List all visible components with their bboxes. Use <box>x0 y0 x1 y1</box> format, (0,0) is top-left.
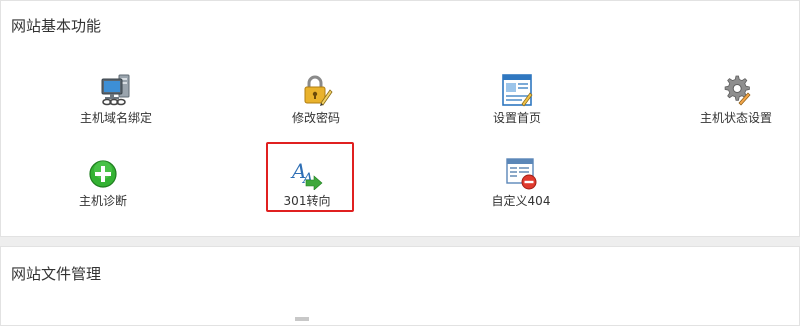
item-label: 主机诊断 <box>78 194 127 208</box>
host-status-settings-button[interactable]: 主机状态设置 <box>666 73 800 133</box>
item-label: 301转向 <box>283 194 331 208</box>
redirect-301-button[interactable]: A A 301转向 <box>237 156 377 216</box>
host-domain-binding-button[interactable]: 主机域名绑定 <box>46 73 186 133</box>
custom-404-button[interactable]: 自定义404 <box>451 156 591 216</box>
item-label: 设置首页 <box>492 111 541 125</box>
set-homepage-button[interactable]: 设置首页 <box>447 73 587 133</box>
window-minus-icon <box>506 158 537 190</box>
item-label: 主机状态设置 <box>699 111 772 125</box>
basic-functions-panel: 网站基本功能 主机域名绑定 修改密码 设置首页 主机状态设置 主机诊断 A A … <box>0 0 800 237</box>
host-diagnosis-button[interactable]: 主机诊断 <box>33 156 173 216</box>
item-label: 修改密码 <box>291 111 340 125</box>
host-computer-icon <box>101 74 130 106</box>
item-label: 主机域名绑定 <box>79 111 152 125</box>
file-management-panel: 网站文件管理 <box>0 246 800 326</box>
item-label: 自定义404 <box>491 194 551 208</box>
change-password-button[interactable]: 修改密码 <box>246 73 386 133</box>
panel-title: 网站基本功能 <box>11 17 102 35</box>
redirect-arrow-icon: A A <box>290 159 323 190</box>
panel-title: 网站文件管理 <box>11 265 102 283</box>
homepage-layout-icon <box>502 74 533 107</box>
lock-pencil-icon <box>304 75 333 106</box>
green-plus-icon <box>89 160 117 188</box>
gear-icon <box>724 75 751 106</box>
partial-icon <box>295 317 309 321</box>
